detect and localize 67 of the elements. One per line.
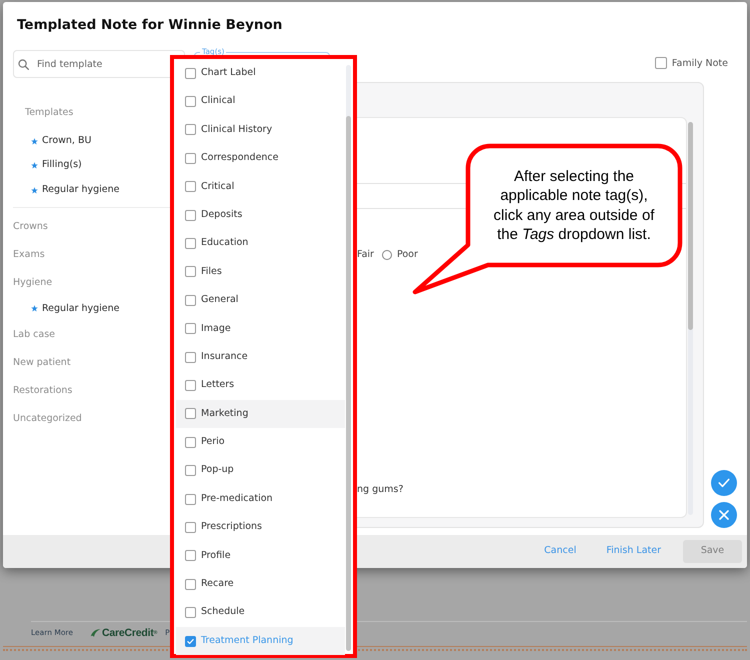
tag-option[interactable]: Insurance — [176, 342, 345, 372]
tag-option[interactable]: Clinical — [176, 87, 345, 116]
tag-option[interactable]: Deposits — [176, 200, 345, 230]
callout-text: After selecting the applicable note tag(s), click any area outside of the Tags dropdown list. — [492, 166, 656, 244]
star-icon — [31, 162, 38, 169]
tag-option[interactable]: Letters — [176, 371, 345, 400]
checkbox[interactable] — [185, 578, 196, 590]
family-note-option[interactable]: Family Note — [654, 56, 728, 70]
radio-button[interactable] — [382, 250, 392, 260]
logo-text: CareCredit$^{®}$ — [102, 627, 158, 639]
scrollbar-track[interactable] — [688, 122, 693, 515]
search-field[interactable]: Find template — [13, 50, 185, 78]
checkbox[interactable] — [185, 550, 196, 562]
tag-option[interactable]: Pre-medication — [176, 484, 345, 514]
checkbox[interactable] — [185, 68, 196, 79]
checkbox[interactable] — [185, 124, 196, 136]
tag-option[interactable]: Files — [176, 258, 345, 286]
close-button[interactable] — [711, 502, 737, 528]
check-icon — [718, 478, 730, 488]
template-item[interactable]: Regular hygiene — [31, 302, 120, 315]
checkbox[interactable] — [185, 266, 196, 278]
tag-option[interactable]: Critical — [176, 172, 345, 201]
tag-option[interactable]: Clinical History — [176, 116, 345, 144]
star-icon — [31, 186, 38, 194]
template-item[interactable]: Crown, BU — [31, 134, 92, 148]
checkbox[interactable] — [185, 323, 196, 334]
checkbox[interactable] — [185, 380, 196, 391]
section-heading: Templates — [25, 106, 74, 120]
checkbox[interactable] — [185, 152, 196, 164]
scrollbar-thumb[interactable] — [688, 122, 693, 330]
close-icon — [719, 510, 729, 520]
tag-option[interactable]: Profile — [176, 542, 345, 570]
tag-option[interactable]: Pop-up — [176, 456, 345, 485]
checkbox[interactable] — [185, 607, 196, 618]
tag-option[interactable]: General — [176, 286, 345, 315]
tag-option[interactable]: Schedule — [176, 598, 345, 627]
checkbox[interactable] — [185, 210, 196, 221]
checkbox[interactable] — [185, 465, 196, 476]
checkbox[interactable] — [185, 522, 196, 533]
checkbox[interactable] — [185, 636, 196, 646]
checkbox[interactable] — [185, 352, 196, 363]
star-icon — [31, 305, 38, 312]
checkbox[interactable] — [185, 238, 196, 250]
radio-option[interactable]: Poor — [382, 248, 418, 262]
template-item[interactable]: Filling(s) — [31, 159, 82, 172]
tag-option[interactable]: Image — [176, 314, 345, 343]
option-label: Fair — [357, 248, 374, 262]
dialog-title: Templated Note for Winnie Beynon — [17, 17, 282, 33]
tag-option[interactable]: Perio — [176, 428, 345, 456]
swoosh-icon — [90, 628, 101, 638]
checkbox[interactable] — [185, 408, 196, 420]
checkbox[interactable] — [185, 436, 196, 448]
tag-option[interactable]: Recare — [176, 570, 345, 598]
tag-option[interactable]: Marketing — [176, 400, 345, 428]
tag-option[interactable]: Education — [176, 229, 345, 258]
template-item[interactable]: Regular hygiene — [31, 184, 120, 196]
question-text: ng gums? — [357, 484, 404, 496]
confirm-button[interactable] — [711, 470, 737, 496]
tag-option[interactable]: Correspondence — [176, 144, 345, 173]
checkbox[interactable] — [185, 181, 196, 192]
checkbox[interactable] — [654, 57, 667, 69]
checkbox[interactable] — [185, 294, 196, 306]
tag-option[interactable]: Prescriptions — [176, 513, 345, 542]
search-icon — [18, 58, 29, 70]
checkbox[interactable] — [185, 96, 196, 108]
checkbox[interactable] — [185, 494, 196, 505]
star-icon — [31, 138, 38, 144]
